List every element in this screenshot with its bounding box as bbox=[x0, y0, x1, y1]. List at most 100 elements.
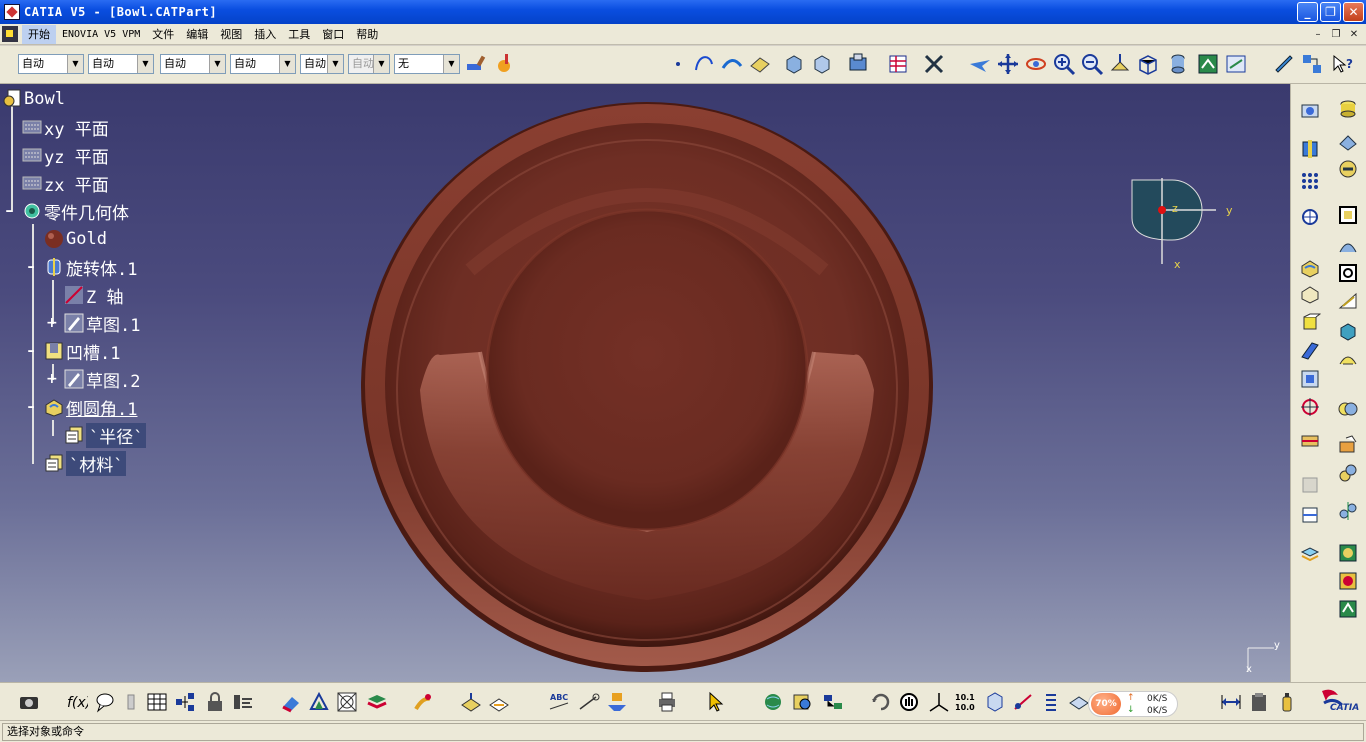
pan-icon[interactable] bbox=[996, 52, 1020, 76]
doc-restore-button[interactable]: ❐ bbox=[1328, 26, 1344, 42]
draft-icon[interactable] bbox=[1337, 290, 1359, 312]
lock-icon[interactable] bbox=[204, 691, 226, 713]
tree-node-gold-material[interactable]: Gold bbox=[44, 228, 107, 250]
whats-this-icon[interactable]: ? bbox=[1330, 52, 1354, 76]
menu-edit[interactable]: 编辑 bbox=[180, 25, 214, 44]
hide-show-icon[interactable] bbox=[1196, 52, 1220, 76]
collapse-icon[interactable]: – bbox=[26, 260, 36, 274]
hole-icon[interactable] bbox=[1299, 138, 1321, 160]
minimize-button[interactable]: _ bbox=[1297, 2, 1318, 22]
tree-node-xy-plane[interactable]: xy 平面 bbox=[22, 116, 109, 140]
swap-visible-space-icon[interactable] bbox=[1224, 52, 1248, 76]
thickness-icon[interactable] bbox=[1299, 312, 1321, 334]
thread-icon[interactable] bbox=[1337, 320, 1359, 342]
macro-icon[interactable] bbox=[232, 691, 254, 713]
close-surface-icon[interactable] bbox=[1337, 462, 1359, 484]
menu-window[interactable]: 窗口 bbox=[316, 25, 350, 44]
doc-minimize-button[interactable]: – bbox=[1310, 26, 1326, 42]
hand-icon[interactable] bbox=[898, 691, 920, 713]
tree-node-material-parameter[interactable]: `材料` bbox=[44, 450, 127, 476]
tree-node-groove[interactable]: 凹槽.1 bbox=[44, 340, 120, 364]
fillet-tool-icon[interactable] bbox=[1299, 256, 1321, 278]
select-arrow-icon[interactable] bbox=[706, 691, 728, 713]
axis-tool-icon[interactable] bbox=[928, 691, 950, 713]
book-icon[interactable] bbox=[1068, 691, 1090, 713]
arc-icon[interactable] bbox=[720, 52, 744, 76]
chamfer-icon[interactable] bbox=[1299, 282, 1321, 304]
wireframe-icon[interactable] bbox=[308, 691, 330, 713]
layers-icon[interactable] bbox=[366, 691, 388, 713]
collapse-icon[interactable]: – bbox=[26, 400, 36, 414]
cube-view-icon[interactable] bbox=[984, 691, 1006, 713]
stiffener-icon[interactable] bbox=[1299, 368, 1321, 390]
refresh-icon[interactable] bbox=[870, 691, 892, 713]
translation-icon[interactable] bbox=[1299, 504, 1321, 526]
catalog-icon[interactable] bbox=[174, 691, 196, 713]
menu-view[interactable]: 视图 bbox=[214, 25, 248, 44]
close-button[interactable]: ✕ bbox=[1343, 2, 1364, 22]
restore-button[interactable]: ❐ bbox=[1320, 2, 1341, 22]
comment-icon[interactable] bbox=[94, 691, 116, 713]
surface-icon[interactable] bbox=[748, 52, 772, 76]
groove-tool-icon[interactable] bbox=[1337, 158, 1359, 180]
line-thickness-combo[interactable]: 自动 ▼ bbox=[160, 54, 226, 74]
tree-node-shaft[interactable]: 旋转体.1 bbox=[44, 256, 137, 280]
menu-help[interactable]: 帮助 bbox=[350, 25, 384, 44]
tree-node-radius-parameter[interactable]: `半径` bbox=[64, 422, 147, 448]
split-icon[interactable] bbox=[1299, 430, 1321, 452]
measure-between-icon[interactable] bbox=[1220, 691, 1242, 713]
inertia-icon[interactable] bbox=[1248, 691, 1270, 713]
bottle-icon[interactable] bbox=[1276, 691, 1298, 713]
sketcher-icon[interactable] bbox=[1272, 52, 1296, 76]
3d-viewport[interactable]: Bowl xy 平面 yz 平面 zx 平面 – 零件几何体 Gold – 旋转… bbox=[0, 84, 1290, 682]
tree-node-z-axis[interactable]: Z 轴 bbox=[64, 284, 123, 308]
layer-combo[interactable]: 无 ▼ bbox=[394, 54, 460, 74]
properties-icon[interactable] bbox=[492, 52, 516, 76]
print-icon[interactable] bbox=[656, 691, 678, 713]
rib-icon[interactable] bbox=[1299, 340, 1321, 362]
tree-node-part-body[interactable]: 零件几何体 bbox=[22, 200, 129, 224]
boolean-icon[interactable] bbox=[1337, 398, 1359, 420]
shell-icon[interactable] bbox=[1337, 262, 1359, 284]
menu-start[interactable]: 开始 bbox=[22, 24, 56, 44]
slot-icon[interactable] bbox=[1337, 348, 1359, 370]
transparency-combo[interactable]: 自动 ▼ bbox=[88, 54, 154, 74]
tree-node-fillet[interactable]: 倒圆角.1 bbox=[44, 396, 137, 420]
sketch-tool-icon[interactable] bbox=[1337, 204, 1359, 226]
expand-icon[interactable]: + bbox=[46, 316, 58, 330]
point-symbol-combo[interactable]: 自动 ▼ bbox=[300, 54, 344, 74]
world-icon[interactable] bbox=[762, 691, 784, 713]
scale-icon[interactable]: 10.110.0 bbox=[954, 691, 976, 713]
tree-node-yz-plane[interactable]: yz 平面 bbox=[22, 144, 109, 168]
design-table-icon[interactable] bbox=[146, 691, 168, 713]
pad-icon[interactable] bbox=[1337, 98, 1359, 120]
constraint-icon[interactable] bbox=[1012, 691, 1034, 713]
table-icon[interactable] bbox=[886, 52, 910, 76]
tree-node-sketch-1[interactable]: 草图.1 bbox=[64, 312, 140, 336]
normal-view-icon[interactable] bbox=[1108, 52, 1132, 76]
quick-view-icon[interactable] bbox=[1136, 52, 1160, 76]
compass[interactable]: z y x bbox=[1130, 178, 1240, 278]
doc-close-button[interactable]: ✕ bbox=[1346, 26, 1362, 42]
tree-node-zx-plane[interactable]: zx 平面 bbox=[22, 172, 109, 196]
thick-surface-icon[interactable] bbox=[1337, 434, 1359, 456]
dimension-icon[interactable] bbox=[578, 691, 600, 713]
rotate-icon[interactable] bbox=[1024, 52, 1048, 76]
sketch-positioned-icon[interactable] bbox=[1300, 52, 1324, 76]
plane-tool-icon[interactable] bbox=[460, 691, 482, 713]
curve-icon[interactable] bbox=[692, 52, 716, 76]
tree-node-sketch-2[interactable]: 草图.2 bbox=[64, 368, 140, 392]
expand-icon[interactable]: + bbox=[46, 372, 58, 386]
pocket-icon[interactable] bbox=[1299, 100, 1321, 122]
catia-app-icon[interactable] bbox=[4, 4, 20, 20]
collapse-icon[interactable]: – bbox=[4, 204, 14, 218]
menu-tools[interactable]: 工具 bbox=[282, 25, 316, 44]
menu-insert[interactable]: 插入 bbox=[248, 25, 282, 44]
loft-icon[interactable] bbox=[1337, 234, 1359, 256]
assembly-icon[interactable] bbox=[846, 52, 870, 76]
list-icon[interactable] bbox=[1040, 691, 1062, 713]
rendering-icon[interactable] bbox=[336, 691, 358, 713]
tools-icon[interactable] bbox=[922, 52, 946, 76]
brush-icon[interactable] bbox=[412, 691, 434, 713]
mirror-icon[interactable] bbox=[1337, 500, 1359, 522]
